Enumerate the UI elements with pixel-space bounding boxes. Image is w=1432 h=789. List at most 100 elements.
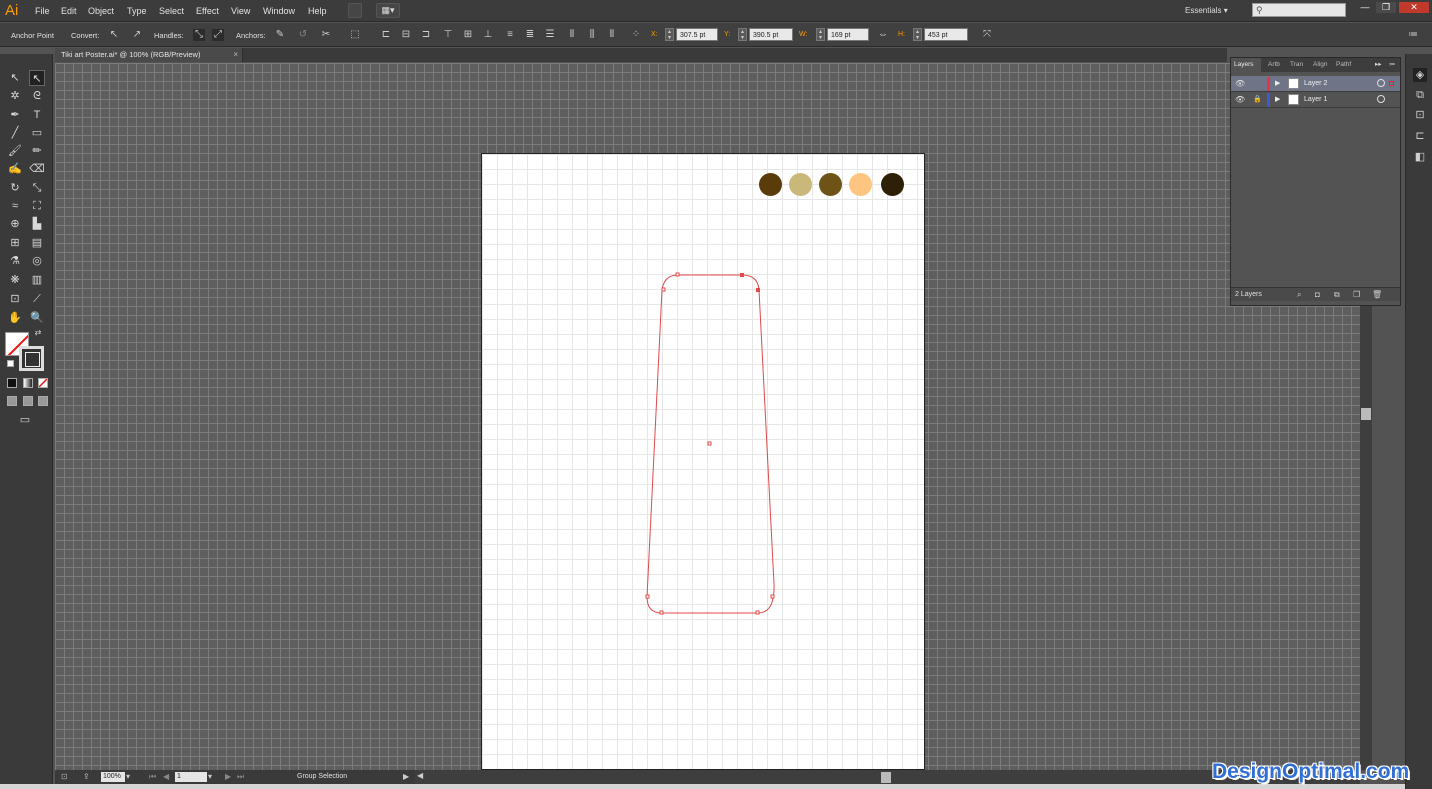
rectangle-tool-icon[interactable]: ▭ <box>29 125 45 141</box>
canvas[interactable] <box>55 63 1360 770</box>
last-artboard-icon[interactable]: ⏭ <box>237 772 244 782</box>
eyedropper-tool-icon[interactable]: ⚗ <box>7 253 23 269</box>
tab-artboards[interactable]: Artb <box>1265 58 1280 72</box>
lock-icon[interactable]: 🔒 <box>1253 95 1262 103</box>
layer-row-layer-2[interactable]: 👁 ▶ Layer 2 <box>1231 76 1400 92</box>
menu-help[interactable]: Help <box>308 6 327 16</box>
layer-name[interactable]: Layer 2 <box>1304 80 1327 87</box>
eraser-tool-icon[interactable]: ⌫ <box>29 161 45 177</box>
symbol-sprayer-tool-icon[interactable]: ❋ <box>7 272 23 288</box>
locate-object-icon[interactable]: ⌕ <box>1297 290 1301 300</box>
screen-mode-icon[interactable]: ▭ <box>17 412 33 428</box>
reference-point-icon[interactable]: ⁘ <box>630 29 642 41</box>
blend-tool-icon[interactable]: ◎ <box>29 253 45 269</box>
distribute-middle-icon[interactable]: ≣ <box>524 29 536 41</box>
delete-layer-icon[interactable]: 🗑 <box>1372 290 1382 299</box>
layers-panel-icon[interactable]: ◈ <box>1413 68 1427 82</box>
align-right-icon[interactable]: ⊐ <box>420 29 432 41</box>
convert-smooth-icon[interactable]: ↗ <box>131 29 143 41</box>
hand-tool-icon[interactable]: ✋ <box>7 310 23 326</box>
remove-anchor-icon[interactable]: ✎ <box>274 29 286 41</box>
new-layer-icon[interactable]: ❐ <box>1353 290 1360 299</box>
gradient-mode-icon[interactable] <box>23 378 33 388</box>
artboards-panel-icon[interactable]: ⧉ <box>1413 88 1427 102</box>
none-mode-icon[interactable] <box>38 378 48 388</box>
constrain-proportions-icon[interactable]: ⇔ <box>877 29 889 41</box>
y-field[interactable]: 390.5 pt <box>749 28 793 41</box>
mesh-tool-icon[interactable]: ⊞ <box>7 235 23 251</box>
select-similar-icon[interactable]: ⬚ <box>349 29 361 41</box>
transform-icon[interactable]: ⤧ <box>981 29 993 41</box>
type-tool-icon[interactable]: T <box>29 107 45 123</box>
h-field[interactable]: 453 pt <box>924 28 968 41</box>
close-window-button[interactable]: ✕ <box>1399 2 1429 13</box>
control-panel-menu-icon[interactable]: ≔ <box>1407 29 1419 41</box>
selection-indicator[interactable] <box>1389 81 1394 86</box>
horizontal-scroll-thumb[interactable] <box>881 772 891 783</box>
hide-handles-icon[interactable]: ⤢ <box>212 29 224 41</box>
scale-tool-icon[interactable]: ⤡ <box>29 180 45 196</box>
minimize-button[interactable]: — <box>1355 2 1375 13</box>
distribute-bottom-icon[interactable]: ☰ <box>544 29 556 41</box>
show-handles-icon[interactable]: ⤡ <box>193 29 205 41</box>
document-tab[interactable]: Tiki art Poster.ai* @ 100% (RGB/Preview)… <box>55 48 243 62</box>
draw-inside-icon[interactable] <box>38 396 48 406</box>
h-spinner[interactable]: ▴ ▾ <box>913 28 922 41</box>
panel-expand-icon[interactable]: ▸▸ <box>1372 58 1382 72</box>
blob-brush-tool-icon[interactable]: ✍ <box>7 161 23 177</box>
transform-panel-icon[interactable]: ⊡ <box>1413 108 1427 122</box>
x-spinner[interactable]: ▴ ▾ <box>665 28 674 41</box>
color-mode-icon[interactable] <box>7 378 17 388</box>
width-tool-icon[interactable]: ≈ <box>7 198 23 214</box>
menu-select[interactable]: Select <box>159 6 184 16</box>
convert-corner-icon[interactable]: ↖ <box>108 29 120 41</box>
swap-fill-stroke-icon[interactable]: ⇄ <box>33 328 43 338</box>
align-top-icon[interactable]: ⊤ <box>442 29 454 41</box>
zoom-tool-icon[interactable]: 🔍 <box>29 310 45 326</box>
target-circle-icon[interactable] <box>1377 95 1385 103</box>
line-tool-icon[interactable]: ╱ <box>7 125 23 141</box>
distribute-left-icon[interactable]: ⫴ <box>566 29 578 41</box>
menu-edit[interactable]: Edit <box>61 6 77 16</box>
slice-tool-icon[interactable]: ⟋ <box>29 291 45 307</box>
new-sublayer-icon[interactable]: ⧉ <box>1334 290 1340 300</box>
tab-layers[interactable]: Layers <box>1231 58 1261 72</box>
prev-artboard-icon[interactable]: ◀ <box>163 772 169 781</box>
gradient-tool-icon[interactable]: ▤ <box>29 235 45 251</box>
x-field[interactable]: 307.5 pt <box>676 28 718 41</box>
artboard-navigator-icon[interactable]: ⊡ <box>61 772 68 781</box>
status-export-icon[interactable]: ⇪ <box>83 772 90 781</box>
draw-behind-icon[interactable] <box>23 396 33 406</box>
menu-view[interactable]: View <box>231 6 250 16</box>
close-tab-icon[interactable]: × <box>233 48 238 62</box>
w-field[interactable]: 169 pt <box>827 28 869 41</box>
status-tool-label[interactable]: Group Selection <box>297 773 347 780</box>
tab-transform[interactable]: Tran <box>1287 58 1303 72</box>
artboard-number-field[interactable]: 1 <box>175 772 207 782</box>
align-center-icon[interactable]: ⊟ <box>400 29 412 41</box>
cut-path-icon[interactable]: ✂ <box>320 29 332 41</box>
artboard[interactable] <box>481 153 925 770</box>
distribute-center-icon[interactable]: ⫼ <box>586 29 598 41</box>
perspective-grid-tool-icon[interactable]: ▙ <box>29 216 45 232</box>
shape-builder-tool-icon[interactable]: ⊕ <box>7 216 23 232</box>
default-colors-icon[interactable] <box>7 360 14 367</box>
artboard-dropdown-icon[interactable]: ▾ <box>208 772 212 781</box>
expand-triangle-icon[interactable]: ▶ <box>1275 79 1280 87</box>
direct-selection-tool-icon[interactable]: ↖ <box>29 70 45 86</box>
align-panel-icon[interactable]: ⊏ <box>1413 129 1427 143</box>
menu-type[interactable]: Type <box>127 6 147 16</box>
visibility-eye-icon[interactable]: 👁 <box>1235 79 1245 88</box>
draw-normal-icon[interactable] <box>7 396 17 406</box>
layer-row-layer-1[interactable]: 👁 🔒 ▶ Layer 1 <box>1231 92 1400 108</box>
workspace-switcher[interactable]: Essentials ▾ <box>1185 6 1228 15</box>
w-spinner[interactable]: ▴ ▾ <box>816 28 825 41</box>
y-spinner[interactable]: ▴ ▾ <box>738 28 747 41</box>
align-bottom-icon[interactable]: ⊥ <box>482 29 494 41</box>
scroll-left-icon[interactable]: ◀ <box>417 771 423 780</box>
expand-triangle-icon[interactable]: ▶ <box>1275 95 1280 103</box>
vertical-scroll-thumb[interactable] <box>1361 408 1371 420</box>
free-transform-tool-icon[interactable]: ⛶ <box>29 198 45 214</box>
menu-file[interactable]: File <box>35 6 50 16</box>
align-middle-icon[interactable]: ⊞ <box>462 29 474 41</box>
